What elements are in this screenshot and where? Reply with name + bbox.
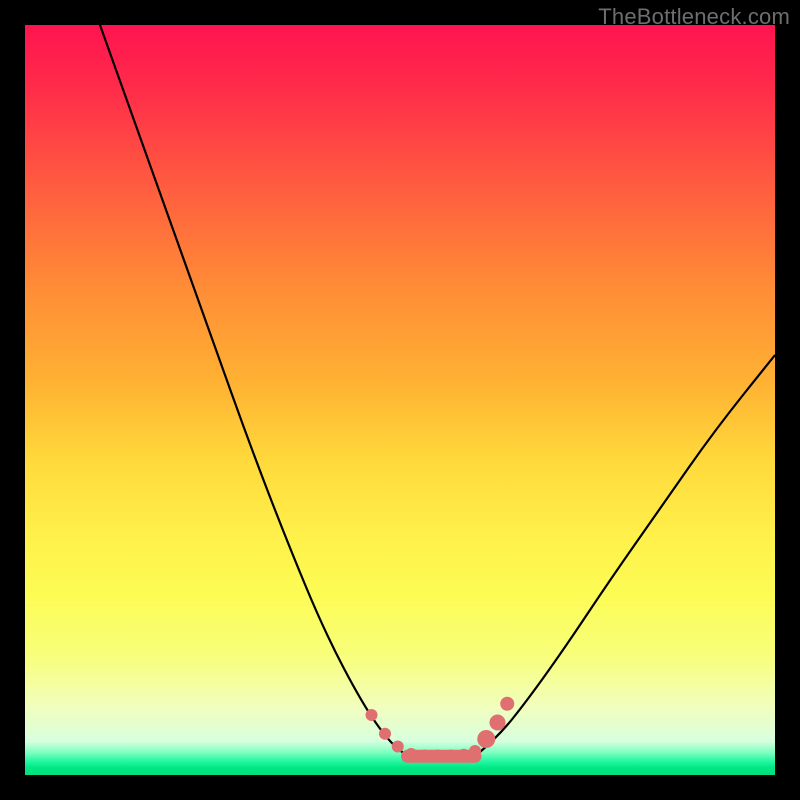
left-curve	[100, 25, 408, 756]
marker-dot	[419, 750, 431, 762]
marker-dot	[500, 697, 514, 711]
marker-dot	[458, 749, 470, 761]
plot-area	[25, 25, 775, 775]
watermark-text: TheBottleneck.com	[598, 4, 790, 30]
right-curve	[475, 355, 775, 756]
chart-svg	[25, 25, 775, 775]
marker-dot	[405, 748, 417, 760]
outer-frame: TheBottleneck.com	[0, 0, 800, 800]
marker-dot	[392, 741, 404, 753]
marker-dot	[469, 745, 481, 757]
marker-dot	[366, 709, 378, 721]
pink-markers	[366, 697, 515, 762]
marker-dot	[379, 728, 391, 740]
marker-dot	[432, 750, 444, 762]
marker-dot	[490, 715, 506, 731]
marker-dot	[477, 730, 495, 748]
marker-dot	[445, 750, 457, 762]
